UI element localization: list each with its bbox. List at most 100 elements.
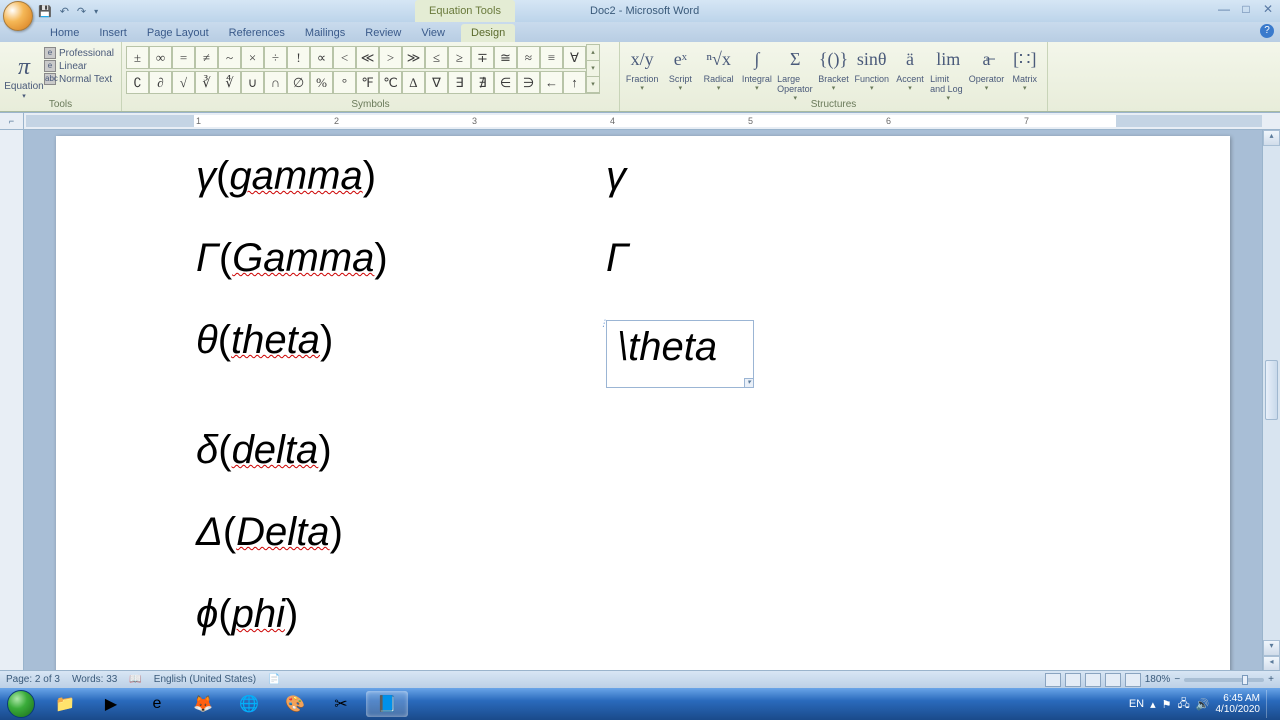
page-indicator[interactable]: Page: 2 of 3 — [6, 674, 60, 685]
symbol-button[interactable]: ° — [333, 71, 356, 94]
symbol-button[interactable]: ! — [287, 46, 310, 69]
equation-options-dropdown[interactable]: ▾ — [744, 378, 754, 388]
vertical-ruler[interactable] — [0, 130, 24, 688]
tab-page-layout[interactable]: Page Layout — [137, 24, 219, 42]
scroll-thumb[interactable] — [1265, 360, 1278, 420]
maximize-button[interactable]: □ — [1238, 2, 1254, 16]
horizontal-ruler[interactable]: 1234567 — [26, 115, 1262, 127]
symbol-button[interactable]: ∈ — [494, 71, 517, 94]
tools-opt-normal-text[interactable]: abcNormal Text — [44, 73, 114, 85]
outline-view[interactable] — [1105, 673, 1121, 687]
wmp-task[interactable]: ▶ — [90, 691, 132, 717]
chrome-task[interactable]: 🌐 — [228, 691, 270, 717]
symbol-button[interactable]: ≤ — [425, 46, 448, 69]
symbol-button[interactable]: ℉ — [356, 71, 379, 94]
symbol-button[interactable]: ∇ — [425, 71, 448, 94]
symbol-button[interactable]: ℃ — [379, 71, 402, 94]
paint-task[interactable]: 🎨 — [274, 691, 316, 717]
zoom-out-button[interactable]: − — [1174, 674, 1180, 685]
symbol-button[interactable]: ← — [540, 71, 563, 94]
tray-chevron-icon[interactable]: ▴ — [1150, 698, 1156, 711]
symbol-button[interactable]: ∜ — [218, 71, 241, 94]
language-indicator[interactable]: English (United States) — [154, 674, 256, 685]
zoom-in-button[interactable]: + — [1268, 674, 1274, 685]
firefox-task[interactable]: 🦊 — [182, 691, 224, 717]
minimize-button[interactable]: — — [1216, 2, 1232, 16]
symbol-button[interactable]: ∞ — [149, 46, 172, 69]
symbol-button[interactable]: ≪ — [356, 46, 379, 69]
draft-view[interactable] — [1125, 673, 1141, 687]
scroll-more-icon[interactable]: ▾ — [587, 77, 599, 93]
symbol-button[interactable]: ∁ — [126, 71, 149, 94]
clock[interactable]: 6:45 AM 4/10/2020 — [1216, 693, 1261, 715]
scroll-down-icon[interactable]: ▾ — [587, 61, 599, 77]
word-count[interactable]: Words: 33 — [72, 674, 117, 685]
symbol-button[interactable]: < — [333, 46, 356, 69]
office-button[interactable] — [3, 1, 33, 31]
symbol-button[interactable]: ≥ — [448, 46, 471, 69]
help-icon[interactable]: ? — [1260, 24, 1274, 38]
symbol-button[interactable]: ∅ — [287, 71, 310, 94]
tools-opt-professional[interactable]: eProfessional — [44, 47, 114, 59]
ie-task[interactable]: е — [136, 691, 178, 717]
symbol-button[interactable]: > — [379, 46, 402, 69]
symbol-button[interactable]: × — [241, 46, 264, 69]
symbol-button[interactable]: ∄ — [471, 71, 494, 94]
symbol-button[interactable]: ≅ — [494, 46, 517, 69]
symbol-button[interactable]: ∃ — [448, 71, 471, 94]
symbols-scroll[interactable]: ▴ ▾ ▾ — [586, 44, 600, 94]
tab-references[interactable]: References — [219, 24, 295, 42]
start-button[interactable] — [0, 688, 42, 720]
symbol-button[interactable]: ∀ — [563, 46, 586, 69]
symbol-button[interactable]: ∆ — [402, 71, 425, 94]
volume-icon[interactable]: 🔊 — [1196, 698, 1210, 711]
insert-mode-icon[interactable]: 📄 — [268, 674, 280, 685]
symbol-button[interactable]: ∪ — [241, 71, 264, 94]
symbol-button[interactable]: ≈ — [517, 46, 540, 69]
proofing-icon[interactable]: 📖 — [129, 674, 141, 685]
print-layout-view[interactable] — [1045, 673, 1061, 687]
network-icon[interactable]: 🖧 — [1178, 695, 1190, 714]
symbol-button[interactable]: √ — [172, 71, 195, 94]
qat-dropdown-icon[interactable]: ▾ — [94, 7, 98, 16]
symbol-button[interactable]: ≡ — [540, 46, 563, 69]
tab-design[interactable]: Design — [461, 24, 515, 42]
flag-icon[interactable]: ⚑ — [1162, 698, 1172, 711]
symbol-button[interactable]: ≠ — [195, 46, 218, 69]
symbol-button[interactable]: ∓ — [471, 46, 494, 69]
redo-icon[interactable]: ↷ — [77, 5, 86, 18]
zoom-slider[interactable] — [1184, 678, 1264, 682]
equation-handle-icon[interactable]: ⋮ — [599, 319, 608, 328]
word-task[interactable]: 📘 — [366, 691, 408, 717]
tools-opt-linear[interactable]: eLinear — [44, 60, 114, 72]
undo-icon[interactable]: ↶ — [60, 5, 69, 18]
symbol-button[interactable]: ↑ — [563, 71, 586, 94]
symbol-button[interactable]: ≫ — [402, 46, 425, 69]
symbol-button[interactable]: ∛ — [195, 71, 218, 94]
tab-insert[interactable]: Insert — [89, 24, 137, 42]
explorer-task[interactable]: 📁 — [44, 691, 86, 717]
symbol-button[interactable]: ± — [126, 46, 149, 69]
scroll-down-button[interactable]: ▾ — [1263, 640, 1280, 656]
symbol-button[interactable]: ∝ — [310, 46, 333, 69]
page[interactable]: γ(gamma)γΓ(Gamma)Γθ(theta)⋮\theta▾δ(delt… — [56, 136, 1230, 688]
lang-indicator[interactable]: EN — [1129, 698, 1144, 710]
symbol-button[interactable]: = — [172, 46, 195, 69]
zoom-level[interactable]: 180% — [1145, 674, 1171, 685]
symbol-button[interactable]: % — [310, 71, 333, 94]
scroll-up-button[interactable]: ▴ — [1263, 130, 1280, 146]
close-button[interactable]: ✕ — [1260, 2, 1276, 16]
tab-selector[interactable]: ⌐ — [0, 113, 24, 129]
web-layout-view[interactable] — [1085, 673, 1101, 687]
tab-review[interactable]: Review — [355, 24, 411, 42]
tab-mailings[interactable]: Mailings — [295, 24, 355, 42]
vertical-scrollbar[interactable]: ▴ ▾ ◂ ▸ — [1262, 130, 1280, 688]
symbol-button[interactable]: ÷ — [264, 46, 287, 69]
symbol-button[interactable]: ~ — [218, 46, 241, 69]
tab-view[interactable]: View — [411, 24, 455, 42]
show-desktop-button[interactable] — [1266, 690, 1274, 718]
full-screen-view[interactable] — [1065, 673, 1081, 687]
symbol-button[interactable]: ∋ — [517, 71, 540, 94]
snip-task[interactable]: ✂ — [320, 691, 362, 717]
symbol-button[interactable]: ∩ — [264, 71, 287, 94]
